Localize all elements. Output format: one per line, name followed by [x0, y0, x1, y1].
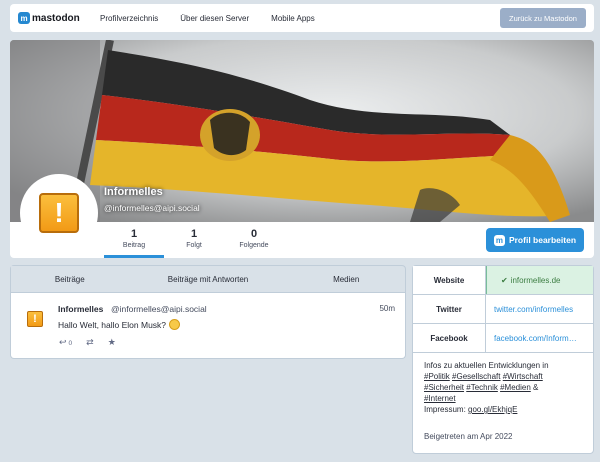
field-value-facebook[interactable]: facebook.com/Inform…	[486, 324, 593, 352]
field-value-website[interactable]: ✔ informelles.de	[486, 266, 593, 294]
website-link[interactable]: informelles.de	[511, 276, 561, 285]
impressum-label: Impressum:	[424, 405, 466, 414]
hashtag-politik[interactable]: #Politik	[424, 372, 450, 381]
field-value-twitter[interactable]: twitter.com/informelles	[486, 295, 593, 323]
counter-following-label: Folgt	[186, 242, 202, 249]
profile-sidebar: Website ✔ informelles.de Twitter twitter.…	[412, 265, 594, 454]
counter-followers[interactable]: 0 Folgende	[224, 222, 284, 258]
reply-icon: ↩	[59, 337, 67, 347]
timeline-tabs: Beiträge Beiträge mit Antworten Medien	[10, 265, 406, 293]
tab-posts[interactable]: Beiträge	[11, 266, 129, 292]
status-author-handle[interactable]: @informelles@aipi.social	[111, 304, 207, 314]
profile-header-image	[10, 40, 594, 222]
logo-text: mastodon	[32, 12, 80, 24]
tab-media[interactable]: Medien	[287, 266, 405, 292]
field-key-facebook: Facebook	[413, 324, 486, 352]
status-timestamp[interactable]: 50m	[379, 304, 395, 313]
profile-bio: Infos zu aktuellen Entwicklungen in #Pol…	[413, 353, 593, 423]
status-avatar-exclamation-icon[interactable]: !	[27, 311, 43, 327]
reply-count: 0	[68, 340, 73, 347]
counter-followers-label: Folgende	[239, 242, 269, 249]
top-navigation-bar: m mastodon Profilverzeichnis Über diesen…	[10, 4, 594, 32]
avatar: !	[20, 174, 98, 252]
smiley-emoji-icon	[169, 319, 181, 330]
back-to-mastodon-button[interactable]: Zurück zu Mastodon	[500, 8, 586, 28]
hashtag-technik[interactable]: #Technik	[466, 383, 498, 392]
status-post[interactable]: ! Informelles @informelles@aipi.social 5…	[10, 293, 406, 359]
bio-line-5: Impressum: goo.gl/EkhjqE	[424, 404, 582, 415]
mastodon-logo-icon: m	[18, 12, 30, 24]
edit-profile-button[interactable]: m Profil bearbeiten	[486, 228, 584, 252]
reply-button[interactable]: ↩ 0	[59, 337, 72, 348]
exclamation-icon: !	[39, 193, 79, 233]
profile-handle: @informelles@aipi.social	[104, 203, 200, 213]
nav-link-mobile-apps[interactable]: Mobile Apps	[271, 14, 315, 23]
edit-profile-label: Profil bearbeiten	[508, 235, 577, 245]
counter-following-number: 1	[190, 228, 198, 240]
nav-link-profile-directory[interactable]: Profilverzeichnis	[100, 14, 158, 23]
profile-display-name: Informelles	[104, 186, 163, 198]
boost-icon[interactable]: ⇄	[86, 337, 94, 348]
status-action-bar: ↩ 0 ⇄ ★	[59, 337, 130, 348]
field-key-twitter: Twitter	[413, 295, 486, 323]
profile-counters-bar: 1 Beitrag 1 Folgt 0 Folgende m Profil be…	[10, 222, 594, 258]
status-author-name[interactable]: Informelles	[58, 304, 103, 314]
counter-posts[interactable]: 1 Beitrag	[104, 222, 164, 258]
counter-followers-number: 0	[250, 228, 258, 240]
joined-date: Beigetreten am Apr 2022	[413, 423, 593, 453]
verified-check-icon: ✔	[501, 275, 508, 285]
tab-posts-with-replies[interactable]: Beiträge mit Antworten	[129, 266, 288, 292]
profile-field-twitter: Twitter twitter.com/informelles	[413, 295, 593, 324]
bio-line-2: #Politik #Gesellschaft #Wirtschaft	[424, 371, 582, 382]
hashtag-gesellschaft[interactable]: #Gesellschaft	[452, 372, 500, 381]
nav-link-about-server[interactable]: Über diesen Server	[180, 14, 249, 23]
mastodon-logo[interactable]: m mastodon	[18, 12, 88, 24]
counter-following[interactable]: 1 Folgt	[164, 222, 224, 258]
hashtag-sicherheit[interactable]: #Sicherheit	[424, 383, 464, 392]
profile-field-facebook: Facebook facebook.com/Inform…	[413, 324, 593, 353]
bio-line-4: #Internet	[424, 393, 582, 404]
bio-ampersand: &	[533, 383, 539, 392]
counter-posts-number: 1	[130, 228, 138, 240]
favourite-star-icon[interactable]: ★	[108, 337, 116, 348]
mastodon-icon: m	[493, 234, 505, 246]
impressum-link[interactable]: goo.gl/EkhjqE	[468, 405, 517, 414]
hashtag-medien[interactable]: #Medien	[500, 383, 531, 392]
bio-line-3: #Sicherheit #Technik #Medien &	[424, 382, 582, 393]
status-content: Hallo Welt, hallo Elon Musk?	[58, 319, 181, 330]
profile-field-website: Website ✔ informelles.de	[413, 266, 593, 295]
joined-text: Beigetreten am Apr 2022	[424, 432, 513, 441]
hashtag-internet[interactable]: #Internet	[424, 394, 456, 403]
status-text: Hallo Welt, hallo Elon Musk?	[58, 320, 167, 330]
counter-posts-label: Beitrag	[122, 242, 146, 249]
hashtag-wirtschaft[interactable]: #Wirtschaft	[503, 372, 543, 381]
field-key-website: Website	[413, 266, 486, 294]
bio-line-1: Infos zu aktuellen Entwicklungen in	[424, 361, 549, 370]
